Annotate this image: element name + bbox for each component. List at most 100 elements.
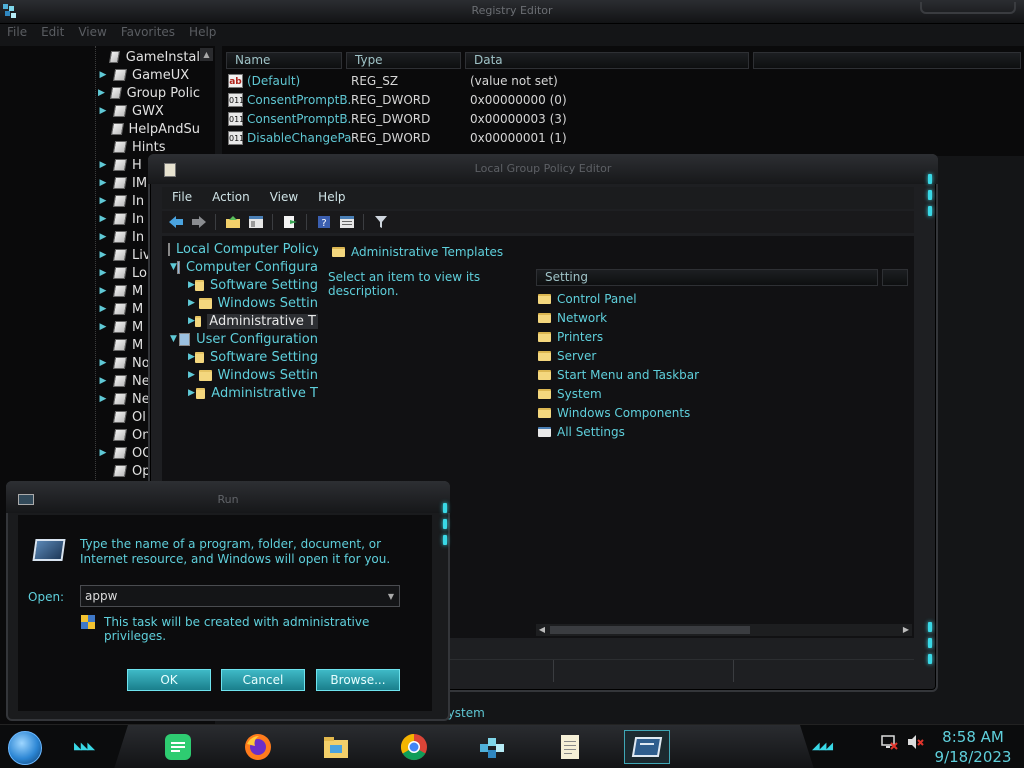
volume-muted-icon[interactable] xyxy=(906,733,924,751)
expand-arrow-icon[interactable]: ▶ xyxy=(96,106,110,116)
expand-arrow-icon[interactable]: ▶ xyxy=(96,196,110,206)
expand-arrow-icon[interactable]: ▶ xyxy=(96,178,110,188)
registry-tree-item[interactable]: ▶ GameUX xyxy=(96,66,200,84)
registry-key-label: In xyxy=(132,193,145,209)
menu-file[interactable]: File xyxy=(7,25,27,43)
up-folder-icon[interactable] xyxy=(223,213,242,231)
run-icon[interactable] xyxy=(624,730,670,764)
expand-arrow-icon[interactable]: ▶ xyxy=(96,304,110,314)
expand-arrow-icon[interactable]: ▶ xyxy=(188,298,199,308)
filter-icon[interactable] xyxy=(371,213,390,231)
menu-help[interactable]: Help xyxy=(308,187,355,209)
menu-help[interactable]: Help xyxy=(189,25,216,43)
expand-arrow-icon[interactable]: ▶ xyxy=(96,88,107,98)
tree-scroll-up-button[interactable]: ▲ xyxy=(200,48,213,61)
setting-list-item[interactable]: Server xyxy=(538,347,596,365)
registry-value-row[interactable]: ab (Default) REG_SZ (value not set) xyxy=(228,72,558,90)
ok-button[interactable]: OK xyxy=(127,669,211,691)
expand-arrow-icon[interactable]: ▶ xyxy=(96,214,110,224)
forward-icon[interactable] xyxy=(189,213,208,231)
setting-list-item[interactable]: System xyxy=(538,385,602,403)
clock[interactable]: 8:58 AM 9/18/2023 xyxy=(930,727,1016,767)
column-header-data[interactable]: Data xyxy=(465,52,749,69)
collapse-arrow-icon[interactable]: ▼ xyxy=(170,262,177,272)
show-hide-tree-icon[interactable] xyxy=(246,213,265,231)
export-list-icon[interactable] xyxy=(280,213,299,231)
registry-editor-titlebar[interactable]: Registry Editor xyxy=(0,0,1024,24)
menu-view[interactable]: View xyxy=(78,25,106,43)
policy-tree-item[interactable]: ▶ Administrative T xyxy=(188,384,318,402)
expand-arrow-icon[interactable]: ▶ xyxy=(188,388,196,398)
scroll-left-button[interactable]: ◀ xyxy=(536,624,548,636)
expand-arrow-icon[interactable]: ▶ xyxy=(96,358,110,368)
policy-tree-item[interactable]: ▶ Software Setting xyxy=(188,276,318,294)
column-header-setting[interactable]: Setting xyxy=(536,269,879,286)
open-input[interactable] xyxy=(81,586,383,606)
notepad-icon[interactable] xyxy=(552,730,588,764)
expand-arrow-icon[interactable]: ▶ xyxy=(188,370,199,380)
policy-tree-item[interactable]: ▶ Windows Settin xyxy=(188,294,318,312)
expand-arrow-icon[interactable]: ▶ xyxy=(96,250,110,260)
scroll-right-button[interactable]: ▶ xyxy=(900,624,912,636)
registry-value-row[interactable]: 011 ConsentPromptB... REG_DWORD 0x00000003 … xyxy=(228,110,567,128)
policy-tree-item[interactable]: ▶ Administrative T xyxy=(188,312,318,330)
setting-list-item[interactable]: Control Panel xyxy=(538,290,637,308)
browse-button[interactable]: Browse... xyxy=(316,669,400,691)
menu-file[interactable]: File xyxy=(162,187,202,209)
expand-arrow-icon[interactable]: ▶ xyxy=(96,160,110,170)
policy-tree-item[interactable]: ▶ Software Setting xyxy=(188,348,318,366)
cancel-button[interactable]: Cancel xyxy=(221,669,305,691)
scroll-thumb[interactable] xyxy=(550,626,750,634)
policy-tree-item[interactable]: ▶ Windows Settin xyxy=(188,366,318,384)
notes-app-icon[interactable] xyxy=(160,730,196,764)
column-header-type[interactable]: Type xyxy=(346,52,461,69)
expand-arrow-icon[interactable]: ▶ xyxy=(96,448,110,458)
policy-tree-label: Windows Settin xyxy=(217,367,318,383)
back-icon[interactable] xyxy=(166,213,185,231)
registry-tree-item[interactable]: ▶ Group Polic xyxy=(96,84,200,102)
setting-label: Windows Components xyxy=(557,406,691,420)
expand-arrow-icon[interactable]: ▶ xyxy=(188,316,195,326)
menu-view[interactable]: View xyxy=(260,187,308,209)
expand-arrow-icon[interactable]: ▶ xyxy=(188,352,195,362)
policy-tree-item[interactable]: ▼ Computer Configura xyxy=(170,258,318,276)
expand-arrow-icon[interactable]: ▶ xyxy=(96,394,110,404)
setting-list-item[interactable]: All Settings xyxy=(538,423,625,441)
expand-arrow-icon[interactable]: ▶ xyxy=(96,322,110,332)
open-combobox[interactable]: ▼ xyxy=(80,585,400,607)
setting-list-item[interactable]: Windows Components xyxy=(538,404,690,422)
registry-tree-item[interactable]: ▶ GWX xyxy=(96,102,200,120)
expand-arrow-icon[interactable]: ▶ xyxy=(96,376,110,386)
network-disconnected-icon[interactable] xyxy=(880,733,898,751)
menu-favorites[interactable]: Favorites xyxy=(121,25,175,43)
menu-action[interactable]: Action xyxy=(202,187,260,209)
registry-value-row[interactable]: 011 ConsentPromptB... REG_DWORD 0x00000000 … xyxy=(228,91,567,109)
help-icon[interactable]: ? xyxy=(314,213,333,231)
registry-editor-icon[interactable] xyxy=(474,730,510,764)
setting-list-item[interactable]: Network xyxy=(538,309,607,327)
menu-edit[interactable]: Edit xyxy=(41,25,64,43)
expand-arrow-icon[interactable]: ▶ xyxy=(96,70,110,80)
firefox-icon[interactable] xyxy=(240,730,276,764)
file-explorer-icon[interactable] xyxy=(318,730,354,764)
horizontal-scrollbar[interactable]: ◀ ▶ xyxy=(536,624,912,636)
registry-tree-item[interactable]: HelpAndSu xyxy=(96,120,200,138)
folder-icon xyxy=(538,408,551,418)
chrome-icon[interactable] xyxy=(396,730,432,764)
chevron-down-icon[interactable]: ▼ xyxy=(383,586,399,606)
collapse-arrow-icon[interactable]: ▼ xyxy=(170,334,179,344)
expand-arrow-icon[interactable]: ▶ xyxy=(96,232,110,242)
registry-key-icon xyxy=(112,357,128,369)
setting-list-item[interactable]: Start Menu and Taskbar xyxy=(538,366,699,384)
expand-arrow-icon[interactable]: ▶ xyxy=(96,268,110,278)
start-button[interactable] xyxy=(8,731,42,765)
registry-value-row[interactable]: 011DisableChangePa...REG_DWORD 0x00000001… xyxy=(228,129,567,147)
column-header-name[interactable]: Name xyxy=(226,52,342,69)
setting-list-item[interactable]: Printers xyxy=(538,328,603,346)
expand-arrow-icon[interactable]: ▶ xyxy=(188,280,195,290)
registry-tree-item[interactable]: GameInstal xyxy=(96,48,200,66)
policy-tree-item[interactable]: ▼ User Configuration xyxy=(170,330,318,348)
expand-arrow-icon[interactable]: ▶ xyxy=(96,286,110,296)
properties-icon[interactable] xyxy=(337,213,356,231)
policy-tree-item[interactable]: Local Computer Policy xyxy=(168,240,318,258)
